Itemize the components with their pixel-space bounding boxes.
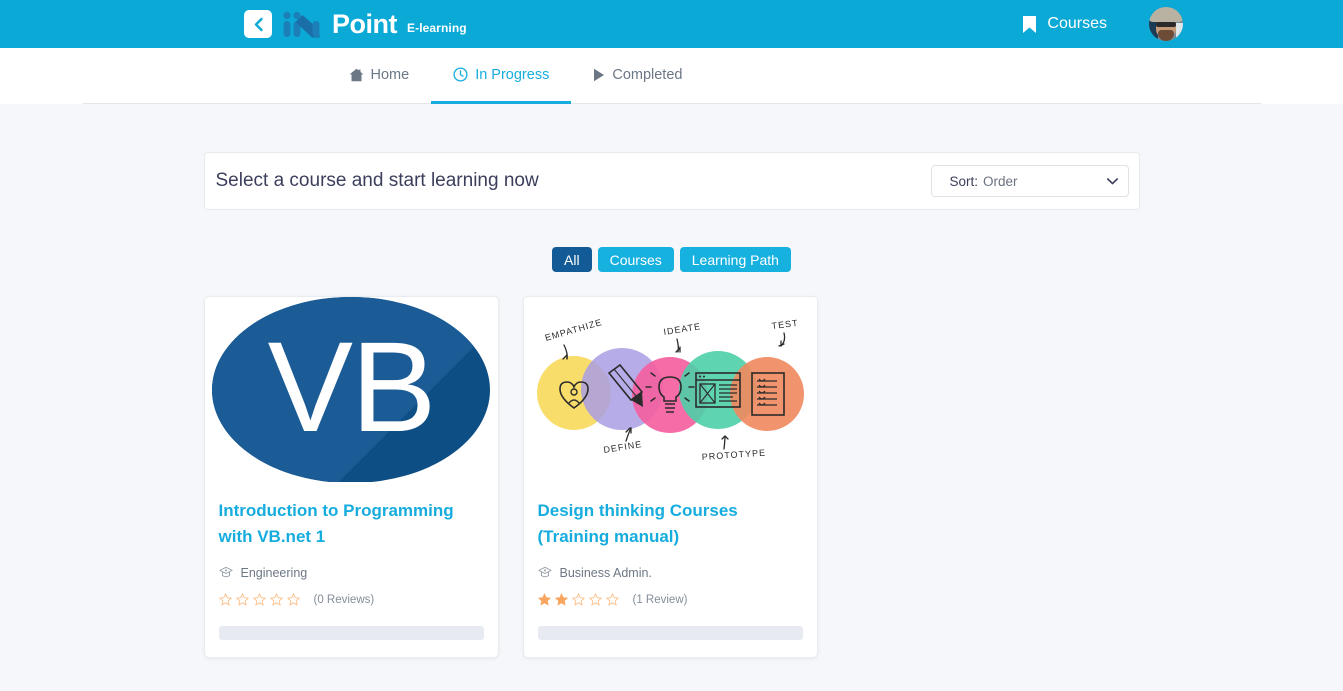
course-title[interactable]: Introduction to Programming with VB.net … xyxy=(219,498,484,550)
page-title: Select a course and start learning now xyxy=(215,170,539,191)
course-reviews-count: (0 Reviews) xyxy=(313,593,375,606)
course-category-label: Engineering xyxy=(240,566,308,580)
dt-label-empathize: EMPATHIZE xyxy=(543,317,603,343)
filter-pill-learning-path-label: Learning Path xyxy=(691,251,779,268)
design-thinking-icon: EMPATHIZE IDEATE TEST DEFINE PROTOTYPE xyxy=(523,297,817,482)
course-rating[interactable]: (0 Reviews) xyxy=(218,593,484,606)
dt-label-prototype: PROTOTYPE xyxy=(701,448,766,462)
avatar-bg-right xyxy=(1176,23,1183,41)
tab-in-progress[interactable]: In Progress xyxy=(431,48,572,104)
star-empty-icon xyxy=(269,593,283,606)
vb-logo-icon: VB xyxy=(205,297,498,482)
avatar-hat xyxy=(1149,7,1183,22)
filter-pill-courses[interactable]: Courses xyxy=(597,247,674,272)
nav-tabs-bar: Home In Progress Completed xyxy=(0,48,1343,104)
header-right-group: Courses xyxy=(1022,7,1183,41)
clock-icon xyxy=(453,67,468,82)
filter-pill-all-label: All xyxy=(564,251,580,268)
star-empty-icon xyxy=(252,593,266,606)
course-category: Engineering xyxy=(218,566,484,580)
play-icon xyxy=(593,68,605,82)
star-filled-icon xyxy=(554,593,568,606)
tab-home[interactable]: Home xyxy=(327,48,432,104)
course-thumbnail: EMPATHIZE IDEATE TEST DEFINE PROTOTYPE xyxy=(523,297,817,482)
courses-nav-label: Courses xyxy=(1047,15,1107,32)
avatar-beard xyxy=(1158,30,1174,41)
filter-pill-courses-label: Courses xyxy=(609,251,662,268)
course-rating[interactable]: (1 Review) xyxy=(537,593,803,606)
sort-select-value: Order xyxy=(983,173,1018,189)
star-empty-icon xyxy=(571,593,585,606)
star-empty-icon xyxy=(605,593,619,606)
course-title[interactable]: Design thinking Courses (Training manual… xyxy=(538,498,803,550)
tab-completed[interactable]: Completed xyxy=(571,48,704,104)
star-empty-icon xyxy=(218,593,232,606)
filter-pill-learning-path[interactable]: Learning Path xyxy=(679,247,791,272)
dt-label-test: TEST xyxy=(771,318,799,331)
avatar-glasses xyxy=(1156,22,1176,27)
course-category: Business Admin. xyxy=(537,566,803,580)
avatar[interactable] xyxy=(1149,7,1183,41)
top-header: Point E-learning Courses xyxy=(0,0,1343,48)
star-empty-icon xyxy=(235,593,249,606)
star-empty-icon xyxy=(588,593,602,606)
brand-group: Point E-learning xyxy=(244,10,467,38)
chevron-down-icon xyxy=(1106,174,1118,188)
dt-label-ideate: IDEATE xyxy=(662,321,701,337)
star-filled-icon xyxy=(537,593,551,606)
chevron-left-icon xyxy=(254,17,263,31)
home-icon xyxy=(349,68,364,82)
course-card-body: Design thinking Courses (Training manual… xyxy=(524,482,817,657)
bookmark-icon xyxy=(1023,15,1037,33)
course-category-label: Business Admin. xyxy=(559,566,652,580)
tab-home-label: Home xyxy=(370,66,410,83)
courses-nav-link[interactable]: Courses xyxy=(1022,15,1107,34)
tab-completed-label: Completed xyxy=(612,66,683,83)
brand-subtitle: E-learning xyxy=(407,21,467,35)
course-card[interactable]: EMPATHIZE IDEATE TEST DEFINE PROTOTYPE D… xyxy=(522,296,818,658)
star-empty-icon xyxy=(286,593,300,606)
inpoint-logo-icon xyxy=(282,10,322,38)
course-card-grid: VB Introduction to Programming with VB.n… xyxy=(203,296,1140,658)
graduation-cap-icon xyxy=(537,566,552,578)
brand-name: Point xyxy=(332,8,398,39)
sort-bar: Select a course and start learning now S… xyxy=(203,152,1140,210)
course-card-body: Introduction to Programming with VB.net … xyxy=(205,482,498,657)
dt-label-define: DEFINE xyxy=(602,439,642,455)
main-container: Select a course and start learning now S… xyxy=(203,104,1140,658)
course-thumbnail: VB xyxy=(204,297,498,482)
filter-pill-all[interactable]: All xyxy=(552,247,592,272)
vb-thumb-text: VB xyxy=(267,315,437,459)
sort-select-label: Sort: xyxy=(949,173,979,189)
course-progress-bar xyxy=(218,626,484,640)
course-reviews-count: (1 Review) xyxy=(632,593,688,606)
filter-pill-group: All Courses Learning Path xyxy=(204,247,1140,272)
back-button[interactable] xyxy=(244,10,272,38)
graduation-cap-icon xyxy=(218,566,233,578)
nav-tabs-inner: Home In Progress Completed xyxy=(82,48,1261,104)
tab-in-progress-label: In Progress xyxy=(475,66,550,83)
sort-select[interactable]: Sort: Order xyxy=(930,165,1129,197)
course-card[interactable]: VB Introduction to Programming with VB.n… xyxy=(203,296,499,658)
course-progress-bar xyxy=(537,626,803,640)
